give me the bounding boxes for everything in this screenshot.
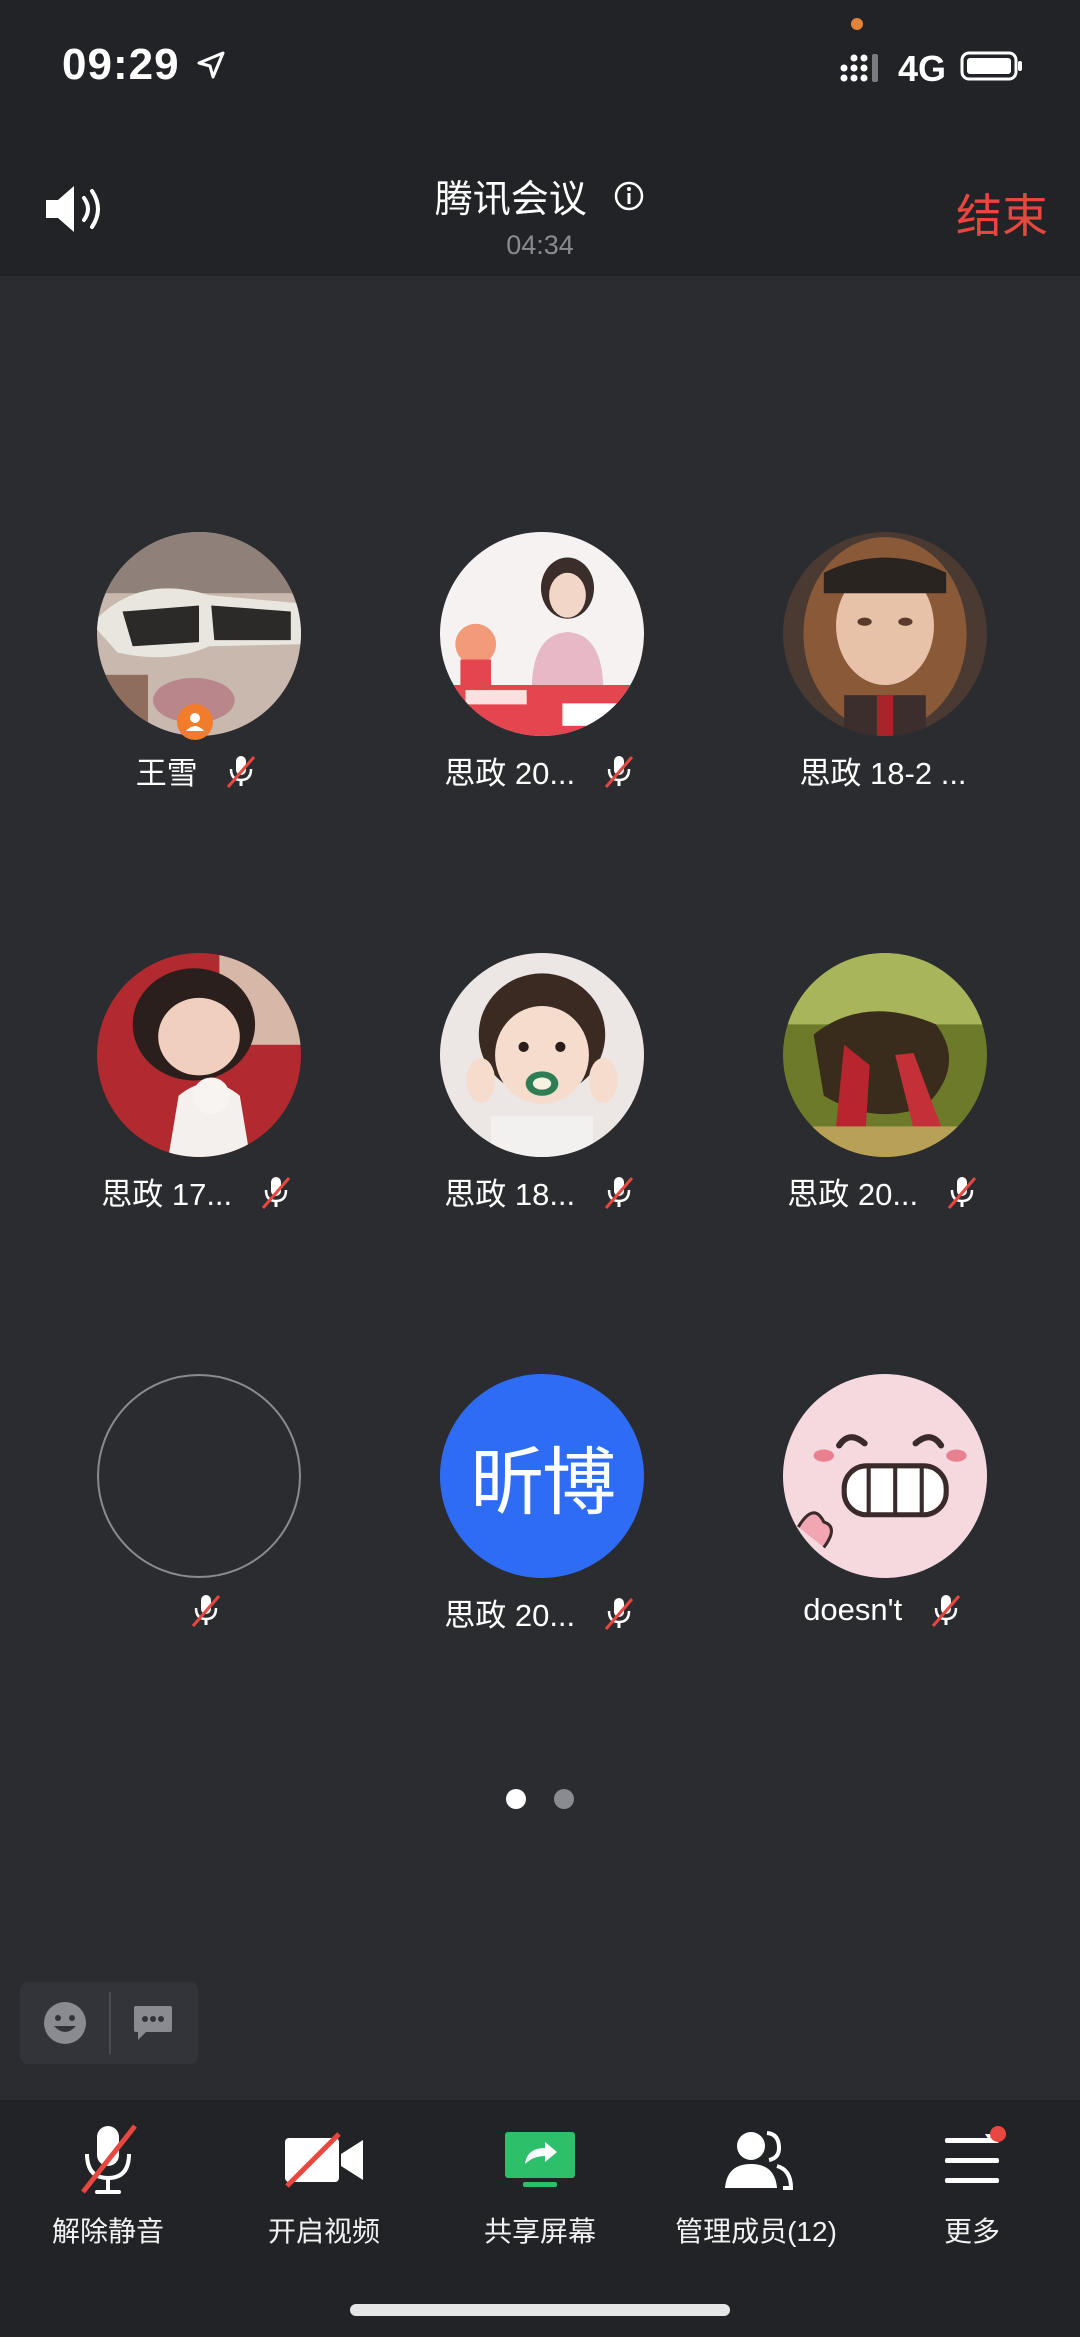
participant-name: 思政 20...	[787, 1177, 919, 1212]
chat-icon[interactable]	[132, 2004, 174, 2042]
location-arrow-icon	[197, 51, 225, 79]
members-icon	[725, 2131, 794, 2190]
participant-name: 思政 17...	[101, 1177, 233, 1212]
page-indicator-dot[interactable]	[554, 1789, 574, 1809]
avatar	[97, 953, 301, 1157]
status-bar: 09:29 4G	[0, 0, 1080, 120]
status-time: 09:29	[62, 40, 180, 89]
manage-members-button[interactable]: 管理成员(12)	[648, 2120, 864, 2250]
meeting-timer: 04:34	[506, 230, 574, 260]
meeting-header: 腾讯会议 04:34 结束	[0, 120, 1080, 276]
participant-name: 思政 20...	[444, 756, 576, 791]
bottom-toolbar: 解除静音 开启视频 共享屏幕 管理成员(12) 更多	[0, 2100, 1080, 2337]
host-badge-icon	[177, 704, 213, 740]
share-screen-icon	[505, 2132, 575, 2187]
avatar	[783, 532, 987, 736]
participant-name-row: 王雪	[47, 748, 347, 793]
page-indicator-dot-active[interactable]	[506, 1789, 526, 1809]
meeting-title-text: 腾讯会议	[434, 179, 587, 221]
more-label: 更多	[943, 2216, 1000, 2247]
participant-name: doesn't	[803, 1591, 903, 1627]
info-icon[interactable]	[613, 180, 645, 212]
more-button[interactable]: 更多	[864, 2120, 1080, 2250]
battery-icon	[960, 51, 1022, 81]
unmute-label: 解除静音	[51, 2216, 164, 2247]
participant-name: 思政 18-2 ...	[799, 756, 967, 791]
avatar	[783, 1374, 987, 1578]
notification-dot	[990, 2126, 1006, 2142]
participant-name-row: 思政 20...	[390, 748, 690, 793]
privacy-indicator-dot	[851, 18, 863, 30]
muted-mic-icon	[604, 755, 633, 788]
start-video-button[interactable]: 开启视频	[216, 2120, 432, 2250]
manage-members-label: 管理成员(12)	[675, 2216, 837, 2247]
muted-mic-icon	[604, 1176, 633, 1209]
meeting-title[interactable]: 腾讯会议	[0, 168, 1080, 223]
avatar	[783, 953, 987, 1157]
participant-name-row: 思政 20...	[390, 1590, 690, 1635]
participant-name: 思政 20...	[444, 1598, 576, 1633]
muted-mic-icon	[191, 1594, 221, 1627]
muted-mic-icon	[604, 1597, 633, 1630]
participant-name-row	[47, 1590, 347, 1628]
divider	[109, 1992, 111, 2054]
participant-name-row: doesn't	[733, 1590, 1033, 1628]
participant-name-row: 思政 18-2 ...	[733, 748, 1033, 793]
quick-action-bar	[20, 1982, 198, 2064]
end-meeting-button[interactable]: 结束	[956, 180, 1048, 246]
participant-name-row: 思政 20...	[733, 1169, 1033, 1214]
home-indicator[interactable]	[350, 2304, 730, 2316]
video-off-icon	[285, 2132, 363, 2188]
avatar	[440, 532, 644, 736]
muted-mic-icon	[227, 755, 256, 788]
text-avatar: 昕博	[440, 1374, 644, 1578]
share-screen-label: 共享屏幕	[483, 2216, 596, 2247]
unmute-button[interactable]: 解除静音	[0, 2120, 216, 2250]
participant-name: 思政 18...	[444, 1177, 576, 1212]
avatar	[440, 953, 644, 1157]
emoji-icon[interactable]	[42, 2000, 88, 2046]
muted-mic-icon	[81, 2124, 137, 2194]
network-type: 4G	[898, 48, 947, 89]
start-video-label: 开启视频	[267, 2216, 380, 2247]
signal-icon	[840, 54, 878, 82]
muted-mic-icon	[931, 1594, 960, 1627]
share-screen-button[interactable]: 共享屏幕	[432, 2120, 648, 2250]
avatar	[97, 1374, 301, 1578]
muted-mic-icon	[261, 1176, 290, 1209]
participant-name: 王雪	[135, 756, 198, 791]
participant-name-row: 思政 18...	[390, 1169, 690, 1214]
muted-mic-icon	[947, 1176, 976, 1209]
participant-name-row: 思政 17...	[47, 1169, 347, 1214]
